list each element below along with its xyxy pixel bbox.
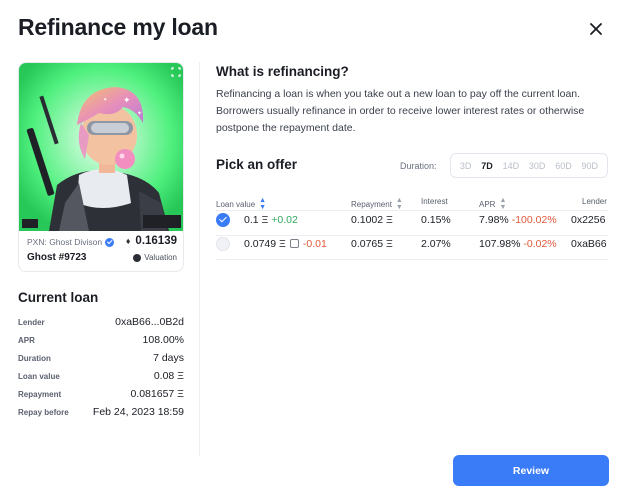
column-interest-label: Interest [421,197,448,206]
duration-option-14d[interactable]: 14D [503,161,520,171]
column-apr[interactable]: APR ▲ ▼ [479,197,506,211]
nft-image: ✦ ✦ ✦ [19,63,183,231]
loan-detail-value: 0.081657 Ξ [130,388,184,400]
offer-radio[interactable] [216,237,230,251]
column-repayment-label: Repayment [351,199,392,209]
duration-option-3d[interactable]: 3D [460,161,472,171]
loan-value-delta: -0.01 [302,238,327,250]
offers-title: Pick an offer [216,157,298,172]
loan-detail-row: APR 108.00% [18,332,184,348]
loan-detail-label: APR [18,335,35,345]
sort-icon: ▲ ▼ [259,197,267,211]
expand-icon[interactable] [171,67,181,77]
column-lender-label: Lender [582,197,607,206]
duration-selector: 3D 7D 14D 30D 60D 90D [450,153,608,178]
valuation-label: Valuation [144,253,177,262]
loan-detail-label: Loan value [18,371,60,381]
loan-detail-label: Lender [18,317,45,327]
loan-detail-row: Repayment 0.081657 Ξ [18,386,184,402]
row-divider [216,259,608,260]
loan-detail-row: Repay before Feb 24, 2023 18:59 [18,404,184,420]
sort-icon: ▲ ▼ [395,197,403,211]
nft-meta: PXN: Ghost Divison Ghost #9723 ♦ 0.16139… [19,231,183,271]
offer-interest: 2.07% [421,238,451,250]
valuation-icon [133,253,142,262]
loan-detail-label: Repay before [18,407,69,417]
nft-card: ✦ ✦ ✦ PXN: Ghost Divison Ghost #9723 ♦ 0… [18,62,184,272]
offer-interest: 0.15% [421,214,451,226]
loan-detail-value: 108.00% [142,334,184,346]
offer-lender: 0xaB66 [571,238,607,250]
svg-text:✦: ✦ [137,110,142,117]
nft-price: ♦ 0.16139 [126,235,177,247]
modal-title: Refinance my loan [18,14,218,40]
column-repayment[interactable]: Repayment ▲ ▼ [351,197,403,211]
loan-detail-value: 7 days [153,352,184,364]
duration-option-30d[interactable]: 30D [529,161,546,171]
current-loan-title: Current loan [18,290,99,305]
column-lender: Lender [582,197,607,206]
duration-label: Duration: [400,161,437,171]
offer-repayment: 0.0765 Ξ [351,238,393,250]
column-divider [199,62,200,456]
nft-collection-name: PXN: Ghost Divison [27,237,103,247]
refinance-modal: Refinance my loan ✦ ✦ ✦ PXN: Ghost Divis… [0,0,624,498]
apr-delta: -100.02% [511,214,557,226]
loan-detail-label: Repayment [18,389,62,399]
apr-value: 7.98% [479,214,509,226]
nft-name: Ghost #9723 [27,252,87,263]
offer-radio[interactable] [216,213,230,227]
duration-option-90d[interactable]: 90D [582,161,599,171]
offer-repayment: 0.1002 Ξ [351,214,393,226]
table-divider [216,210,608,211]
column-loan-value[interactable]: Loan value ▲ ▼ [216,197,266,211]
close-icon[interactable] [585,18,607,40]
verified-icon [105,237,115,247]
offer-apr: 7.98% -100.02% [479,214,557,226]
info-badge-icon [289,239,299,248]
loan-value-delta: +0.02 [271,214,298,226]
row-divider [216,235,608,236]
info-title: What is refinancing? [216,64,349,79]
nft-collection: PXN: Ghost Divison [27,237,115,247]
loan-value-amount: 0.1 Ξ [244,214,269,226]
sort-icon: ▲ ▼ [499,197,507,211]
duration-option-7d[interactable]: 7D [481,161,493,171]
offer-lender: 0x2256 [571,214,606,226]
loan-detail-value: 0.08 Ξ [153,370,184,382]
loan-detail-row: Duration 7 days [18,350,184,366]
nft-price-value: 0.16139 [135,235,177,247]
loan-value-amount: 0.0749 Ξ [244,238,286,250]
loan-detail-label: Duration [18,353,51,363]
loan-detail-value: 0xaB66...0B2d [115,316,184,328]
review-button[interactable]: Review [453,455,609,486]
info-text: Refinancing a loan is when you take out … [216,88,585,134]
column-loan-value-label: Loan value [216,199,256,209]
eth-icon: ♦ [125,236,131,246]
loan-detail-value: Feb 24, 2023 18:59 [92,406,184,418]
offer-loan-value: 0.1 Ξ +0.02 [244,214,298,226]
duration-option-60d[interactable]: 60D [555,161,572,171]
offer-loan-value: 0.0749 Ξ -0.01 [244,238,327,250]
column-apr-label: APR [479,199,496,209]
column-interest: Interest [421,197,448,206]
valuation: Valuation [133,253,177,262]
svg-text:✦: ✦ [123,95,131,105]
apr-delta: -0.02% [523,238,557,250]
apr-value: 107.98% [479,238,521,250]
loan-detail-row: Lender 0xaB66...0B2d [18,314,184,330]
loan-detail-row: Loan value 0.08 Ξ [18,368,184,384]
svg-text:✦: ✦ [103,97,107,103]
offer-apr: 107.98% -0.02% [479,238,557,250]
